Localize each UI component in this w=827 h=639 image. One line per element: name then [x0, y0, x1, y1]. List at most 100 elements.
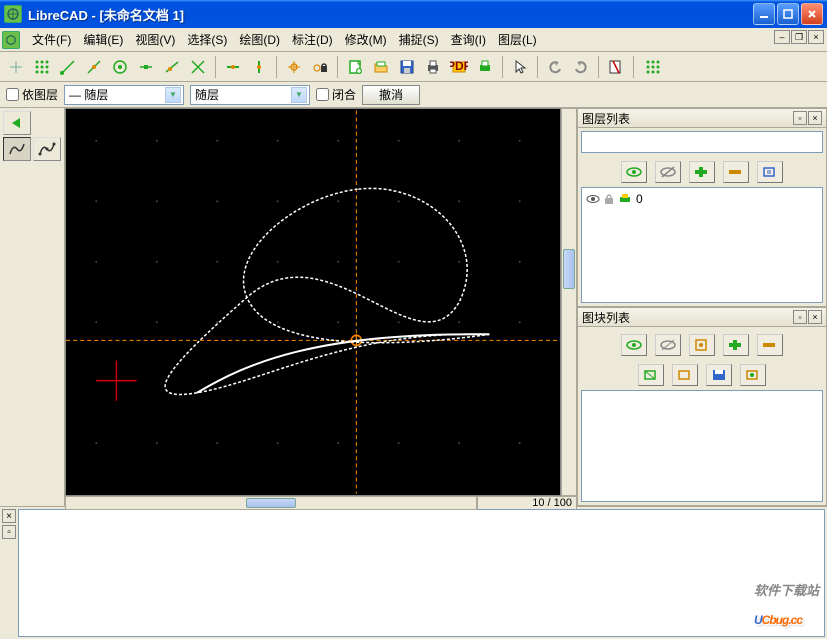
blocks-panel-header: 图块列表 ▫ × [577, 307, 827, 327]
lock-relative-zero-icon[interactable] [308, 55, 332, 79]
eye-icon [586, 193, 600, 205]
cut-icon[interactable] [604, 55, 628, 79]
grid-toggle-icon[interactable] [641, 55, 665, 79]
lineweight-value: 随层 [195, 86, 219, 103]
restrict-horizontal-icon[interactable] [221, 55, 245, 79]
maximize-button[interactable] [777, 3, 799, 25]
snap-free-icon[interactable] [4, 55, 28, 79]
layer-list[interactable]: 0 [581, 187, 823, 303]
zoom-indicator: 10 / 100 [477, 496, 577, 510]
snap-on-entity-icon[interactable] [82, 55, 106, 79]
app-icon-small [2, 31, 20, 49]
hide-all-layers-icon[interactable] [655, 161, 681, 183]
print-preview-icon[interactable] [473, 55, 497, 79]
hide-all-blocks-icon[interactable] [655, 334, 681, 356]
add-layer-icon[interactable] [689, 161, 715, 183]
bylayer-label: 依图层 [22, 86, 58, 103]
menu-edit[interactable]: 编辑(E) [77, 28, 129, 51]
console-close-icon[interactable]: × [2, 509, 16, 523]
layer-name: 0 [636, 192, 643, 206]
close-button[interactable] [801, 3, 823, 25]
menu-info[interactable]: 查询(I) [445, 28, 492, 51]
mdi-restore[interactable]: ❐ [791, 30, 807, 44]
print-icon[interactable] [421, 55, 445, 79]
lineweight-combo[interactable]: 随层 ▼ [190, 85, 310, 105]
menu-layer[interactable]: 图层(L) [492, 28, 543, 51]
menu-snap[interactable]: 捕捉(S) [393, 28, 445, 51]
snap-endpoint-icon[interactable] [56, 55, 80, 79]
print-icon [618, 193, 632, 205]
restrict-vertical-icon[interactable] [247, 55, 271, 79]
snap-distance-icon[interactable] [160, 55, 184, 79]
undo-icon[interactable] [543, 55, 567, 79]
open-file-icon[interactable] [369, 55, 393, 79]
insert-block-icon[interactable] [740, 364, 766, 386]
layer-item[interactable]: 0 [584, 190, 820, 208]
panel-close-icon[interactable]: × [808, 310, 822, 324]
linetype-combo[interactable]: — 随层 ▼ [64, 85, 184, 105]
new-file-icon[interactable] [343, 55, 367, 79]
menu-dimension[interactable]: 标注(D) [286, 28, 339, 51]
remove-block-icon[interactable] [757, 334, 783, 356]
menu-file[interactable]: 文件(F) [26, 28, 77, 51]
show-all-blocks-icon[interactable] [621, 334, 647, 356]
snap-grid-icon[interactable] [30, 55, 54, 79]
show-all-layers-icon[interactable] [621, 161, 647, 183]
bylayer-checkbox[interactable]: 依图层 [6, 86, 58, 103]
snap-intersection-icon[interactable] [186, 55, 210, 79]
main-toolbar: PDF [0, 52, 827, 82]
spline-points-tool-icon[interactable] [33, 137, 61, 161]
edit-layer-icon[interactable] [757, 161, 783, 183]
mdi-minimize[interactable]: – [774, 30, 790, 44]
app-icon [4, 5, 22, 23]
mdi-close[interactable]: × [808, 30, 824, 44]
dropdown-arrow-icon: ▼ [165, 87, 181, 103]
right-panels: 图层列表 ▫ × 0 [577, 108, 827, 506]
snap-middle-icon[interactable] [134, 55, 158, 79]
close-checkbox[interactable]: 闭合 [316, 86, 356, 103]
menu-bar: 文件(F) 编辑(E) 视图(V) 选择(S) 绘图(D) 标注(D) 修改(M… [0, 28, 827, 52]
rename-block-icon[interactable] [638, 364, 664, 386]
add-block-icon[interactable] [723, 334, 749, 356]
console-float-icon[interactable]: ▫ [2, 525, 16, 539]
snap-center-icon[interactable] [108, 55, 132, 79]
layer-toolbar: 依图层 — 随层 ▼ 随层 ▼ 闭合 撤消 [0, 82, 827, 108]
save-file-icon[interactable] [395, 55, 419, 79]
layer-filter-input[interactable] [581, 131, 823, 153]
window-titlebar: LibreCAD - [未命名文档 1] [0, 0, 827, 28]
panel-float-icon[interactable]: ▫ [793, 310, 807, 324]
menu-draw[interactable]: 绘图(D) [233, 28, 286, 51]
minimize-button[interactable] [753, 3, 775, 25]
redo-icon[interactable] [569, 55, 593, 79]
relative-zero-icon[interactable] [282, 55, 306, 79]
menu-view[interactable]: 视图(V) [129, 28, 181, 51]
vertical-scrollbar[interactable] [561, 108, 577, 496]
edit-block-icon[interactable] [672, 364, 698, 386]
command-panel: × ▫ [0, 506, 827, 639]
spline-tool-icon[interactable] [3, 137, 31, 161]
create-block-icon[interactable] [689, 334, 715, 356]
block-list[interactable] [581, 390, 823, 502]
remove-layer-icon[interactable] [723, 161, 749, 183]
linetype-value: — 随层 [69, 86, 108, 103]
panel-float-icon[interactable]: ▫ [793, 111, 807, 125]
layers-panel-header: 图层列表 ▫ × [577, 108, 827, 128]
cancel-button[interactable]: 撤消 [362, 85, 420, 105]
svg-text:PDF: PDF [450, 59, 468, 73]
drawing-canvas[interactable] [65, 108, 561, 496]
left-tool-panel [0, 108, 65, 506]
menu-modify[interactable]: 修改(M) [339, 28, 393, 51]
window-title: LibreCAD - [未命名文档 1] [28, 5, 753, 24]
panel-close-icon[interactable]: × [808, 111, 822, 125]
menu-select[interactable]: 选择(S) [181, 28, 233, 51]
back-button[interactable] [3, 111, 31, 135]
blocks-panel-title: 图块列表 [582, 309, 630, 326]
dropdown-arrow-icon: ▼ [291, 87, 307, 103]
cursor-icon[interactable] [508, 55, 532, 79]
close-label: 闭合 [332, 86, 356, 103]
horizontal-scrollbar[interactable] [65, 496, 477, 510]
layers-panel-title: 图层列表 [582, 110, 630, 127]
save-block-icon[interactable] [706, 364, 732, 386]
command-console[interactable] [18, 509, 825, 637]
export-pdf-icon[interactable]: PDF [447, 55, 471, 79]
